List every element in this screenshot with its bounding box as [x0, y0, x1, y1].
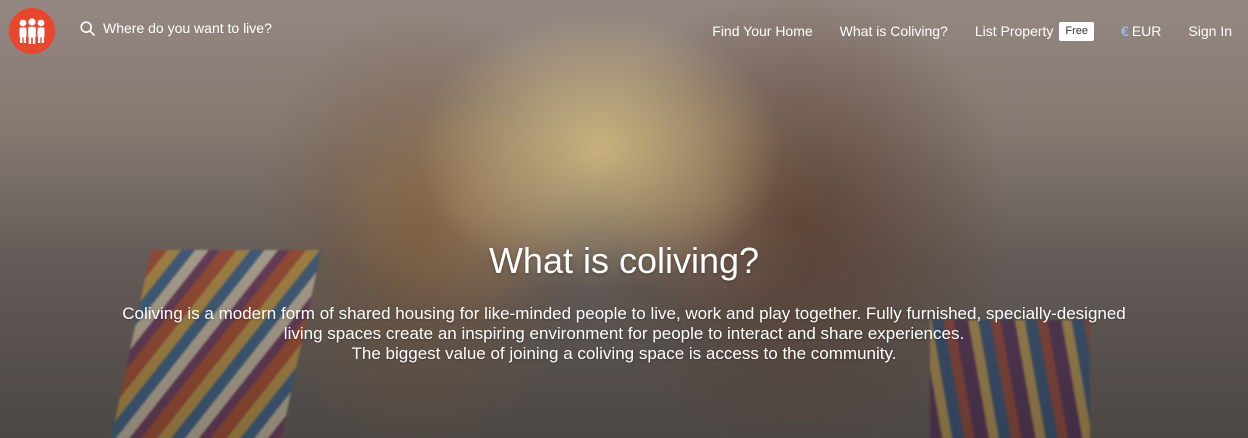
top-navigation: Find Your Home What is Coliving? List Pr… [0, 0, 1248, 62]
hero-description-line: Coliving is a modern form of shared hous… [122, 304, 1126, 323]
nav-what-is-coliving-link[interactable]: What is Coliving? [840, 23, 948, 39]
free-badge: Free [1059, 21, 1095, 41]
nav-links: Find Your Home What is Coliving? List Pr… [685, 0, 1232, 62]
hero-description-line: living spaces create an inspiring enviro… [283, 324, 965, 343]
hero-overlay [0, 0, 1248, 438]
currency-label: EUR [1131, 23, 1162, 39]
euro-icon: € [1121, 23, 1129, 39]
nav-find-your-home-link[interactable]: Find Your Home [712, 23, 812, 39]
logo-button[interactable] [9, 8, 55, 54]
currency-selector[interactable]: € EUR [1121, 23, 1161, 39]
list-property-label: List Property [974, 23, 1054, 39]
hero-description: Coliving is a modern form of shared hous… [60, 304, 1188, 364]
hero-title: What is coliving? [488, 240, 760, 281]
hero-description-line: The biggest value of joining a coliving … [351, 344, 897, 363]
hero-section: Find Your Home What is Coliving? List Pr… [0, 0, 1248, 438]
search-bar[interactable] [80, 20, 323, 36]
search-input[interactable] [103, 20, 323, 36]
people-group-icon [19, 18, 45, 44]
sign-in-link[interactable]: Sign In [1188, 23, 1232, 39]
nav-list-property-link[interactable]: List Property Free [974, 21, 1095, 41]
search-icon [80, 20, 95, 36]
